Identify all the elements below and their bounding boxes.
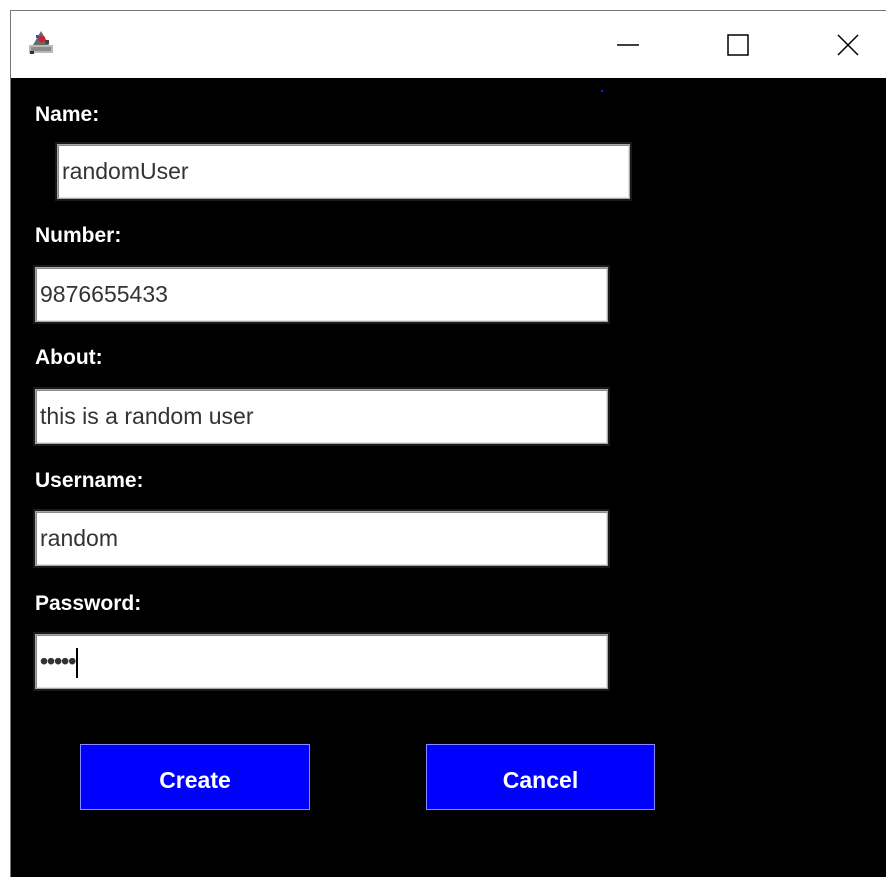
about-field[interactable]: this is a random user [33, 387, 610, 446]
cancel-button[interactable]: Cancel [426, 744, 655, 810]
name-label: Name: [35, 103, 100, 126]
username-label: Username: [35, 469, 144, 492]
password-mask: ••••• [40, 648, 76, 674]
close-icon [837, 34, 859, 56]
create-button[interactable]: Create [80, 744, 310, 810]
username-field[interactable]: random [33, 509, 610, 568]
maximize-button[interactable] [718, 25, 758, 65]
form-panel: Name: randomUser Number: 9876655433 Abou… [11, 78, 886, 877]
password-field[interactable]: ••••• [33, 632, 610, 691]
name-field[interactable]: randomUser [55, 142, 632, 201]
title-bar[interactable] [11, 11, 886, 78]
password-label: Password: [35, 592, 142, 615]
maximize-icon [727, 34, 749, 56]
stray-pixel [601, 90, 603, 92]
text-caret [76, 647, 79, 678]
number-field[interactable]: 9876655433 [33, 265, 610, 324]
number-label: Number: [35, 224, 122, 247]
close-button[interactable] [828, 25, 868, 65]
java-app-icon [27, 27, 57, 57]
about-label: About: [35, 346, 103, 369]
user-form-window: Name: randomUser Number: 9876655433 Abou… [10, 10, 886, 877]
minimize-icon [617, 44, 639, 46]
minimize-button[interactable] [608, 25, 648, 65]
